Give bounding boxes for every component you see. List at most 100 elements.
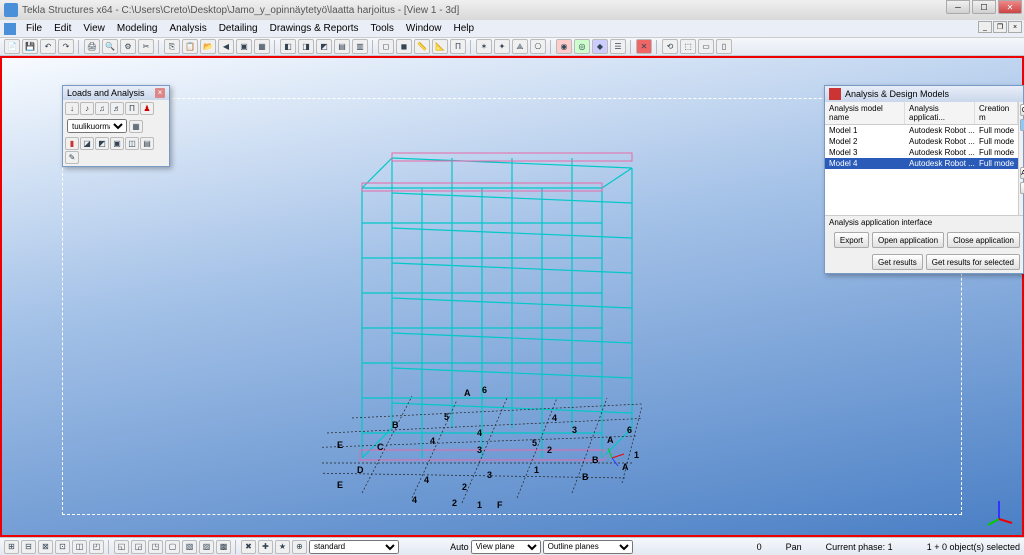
cut-icon[interactable]: ✂ (138, 39, 154, 54)
snap-icon[interactable]: ★ (275, 540, 290, 554)
tool-icon[interactable]: ▯ (716, 39, 732, 54)
snap-icon[interactable]: ◳ (148, 540, 163, 554)
load-tool-icon[interactable]: ◪ (80, 137, 94, 150)
snap-icon[interactable]: ▩ (216, 540, 231, 554)
menu-help[interactable]: Help (447, 21, 480, 36)
load-group-select[interactable]: tuulikuormax (67, 119, 127, 133)
load-tool-icon[interactable]: ▮ (65, 137, 79, 150)
analysis-design-panel[interactable]: Analysis & Design Models Analysis model … (824, 85, 1024, 274)
copy-icon[interactable]: ⎘ (164, 39, 180, 54)
snap-icon[interactable]: ⊕ (292, 540, 307, 554)
tool-icon[interactable]: ⟁ (512, 39, 528, 54)
tool-icon[interactable]: ▥ (352, 39, 368, 54)
snap-icon[interactable]: ⊠ (38, 540, 53, 554)
tool-icon[interactable]: ▦ (254, 39, 270, 54)
menu-file[interactable]: File (20, 21, 48, 36)
maximize-button[interactable]: ☐ (972, 0, 996, 14)
find-icon[interactable]: 🔍 (102, 39, 118, 54)
tool-icon[interactable]: ▣ (236, 39, 252, 54)
load-tool-icon[interactable]: ↓ (65, 102, 79, 115)
snap-set-select[interactable]: standard (309, 540, 399, 554)
load-tool-icon[interactable]: ◫ (125, 137, 139, 150)
mdi-restore[interactable]: ❐ (993, 21, 1007, 33)
create-button[interactable]: Cre (1020, 104, 1024, 116)
outline-planes-select[interactable]: Outline planes (543, 540, 633, 554)
minimize-button[interactable]: ─ (946, 0, 970, 14)
menu-window[interactable]: Window (400, 21, 448, 36)
table-row[interactable]: Model 4 Autodesk Robot ... Full mode (825, 158, 1018, 169)
load-tool-icon[interactable]: ▣ (110, 137, 124, 150)
analysis-table-body[interactable]: Model 1 Autodesk Robot ... Full mode Mod… (825, 125, 1018, 215)
menu-edit[interactable]: Edit (48, 21, 77, 36)
snap-icon[interactable]: ▧ (182, 540, 197, 554)
tool-icon[interactable]: ◆ (592, 39, 608, 54)
menu-tools[interactable]: Tools (365, 21, 400, 36)
view-plane-select[interactable]: View plane (471, 540, 541, 554)
menu-view[interactable]: View (77, 21, 111, 36)
snap-icon[interactable]: ⊞ (4, 540, 19, 554)
loads-analysis-panel[interactable]: Loads and Analysis × ↓ ♪ ♫ ♬ Π ♟ tuuliku… (62, 85, 170, 167)
tool-icon[interactable]: ◧ (280, 39, 296, 54)
tool-icon[interactable]: ◎ (574, 39, 590, 54)
snap-icon[interactable]: ⊟ (21, 540, 36, 554)
paste-icon[interactable]: 📋 (182, 39, 198, 54)
tool-icon[interactable]: ☰ (610, 39, 626, 54)
tool-icon[interactable]: ✶ (476, 39, 492, 54)
load-tool-icon[interactable]: ♬ (110, 102, 124, 115)
menu-detailing[interactable]: Detailing (213, 21, 264, 36)
menu-modeling[interactable]: Modeling (111, 21, 164, 36)
snap-icon[interactable]: ✖ (241, 540, 256, 554)
close-button[interactable]: ✕ (998, 0, 1022, 14)
menu-analysis[interactable]: Analysis (163, 21, 212, 36)
load-tool-icon[interactable]: ▤ (140, 137, 154, 150)
toggle-icon[interactable]: ▦ (129, 120, 143, 133)
box-icon[interactable]: ◻ (378, 39, 394, 54)
new-icon[interactable]: 📄 (4, 39, 20, 54)
close-icon[interactable]: × (155, 88, 165, 98)
mdi-minimize[interactable]: _ (978, 21, 992, 33)
snap-icon[interactable]: ⊡ (55, 540, 70, 554)
select-button[interactable]: S (1020, 182, 1024, 194)
undo-icon[interactable]: ↶ (40, 39, 56, 54)
table-row[interactable]: Model 1 Autodesk Robot ... Full mode (825, 125, 1018, 136)
open-application-button[interactable]: Open application (872, 232, 944, 248)
close-application-button[interactable]: Close application (947, 232, 1020, 248)
print-icon[interactable]: 🖨 (84, 39, 100, 54)
export-button[interactable]: Export (834, 232, 869, 248)
tool-icon[interactable]: Π (450, 39, 466, 54)
load-tool-icon[interactable]: ♟ (140, 102, 154, 115)
open-icon[interactable]: 📂 (200, 39, 216, 54)
load-tool-icon[interactable]: ◩ (95, 137, 109, 150)
measure-icon[interactable]: 📐 (432, 39, 448, 54)
box-icon[interactable]: ◼ (396, 39, 412, 54)
tool-icon[interactable]: ✦ (494, 39, 510, 54)
snap-icon[interactable]: ▨ (199, 540, 214, 554)
snap-icon[interactable]: ✚ (258, 540, 273, 554)
mdi-close[interactable]: × (1008, 21, 1022, 33)
table-row[interactable]: Model 3 Autodesk Robot ... Full mode (825, 147, 1018, 158)
tool-icon[interactable]: ◩ (316, 39, 332, 54)
load-tool-icon[interactable]: ♪ (80, 102, 94, 115)
settings-icon[interactable]: ⚙ (120, 39, 136, 54)
snap-icon[interactable]: ◲ (131, 540, 146, 554)
snap-icon[interactable]: ▢ (165, 540, 180, 554)
tool-icon[interactable]: ▤ (334, 39, 350, 54)
load-tool-icon[interactable]: ✎ (65, 151, 79, 164)
tool-icon[interactable]: ⬚ (680, 39, 696, 54)
redo-icon[interactable]: ↷ (58, 39, 74, 54)
tool-icon[interactable]: ◉ (556, 39, 572, 54)
snap-icon[interactable]: ◰ (89, 540, 104, 554)
back-icon[interactable]: ◀ (218, 39, 234, 54)
tool-icon[interactable]: ⟲ (662, 39, 678, 54)
tool-icon[interactable]: ▭ (698, 39, 714, 54)
load-tool-icon[interactable]: Π (125, 102, 139, 115)
snap-icon[interactable]: ◫ (72, 540, 87, 554)
tool-icon[interactable]: ✕ (636, 39, 652, 54)
get-results-button[interactable]: Get results (872, 254, 923, 270)
snap-icon[interactable]: ◱ (114, 540, 129, 554)
measure-icon[interactable]: 📏 (414, 39, 430, 54)
new-button[interactable]: N (1020, 119, 1024, 131)
add-button[interactable]: Add (1020, 167, 1024, 179)
tool-icon[interactable]: ◨ (298, 39, 314, 54)
tool-icon[interactable]: ⎔ (530, 39, 546, 54)
